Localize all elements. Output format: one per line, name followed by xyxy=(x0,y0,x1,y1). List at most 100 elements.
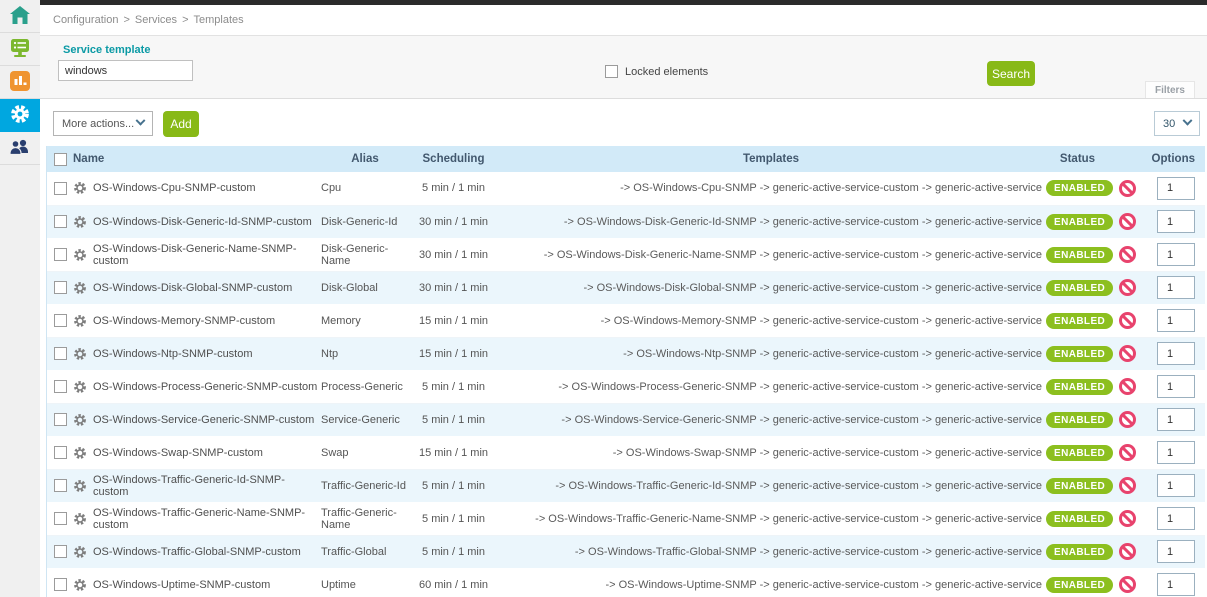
users-icon xyxy=(9,138,31,159)
options-input[interactable] xyxy=(1157,375,1195,398)
service-templates-chain: -> OS-Windows-Cpu-SNMP -> generic-active… xyxy=(496,172,1046,205)
disable-icon[interactable] xyxy=(1119,180,1136,197)
service-template-name[interactable]: OS-Windows-Disk-Global-SNMP-custom xyxy=(93,282,292,294)
service-gear-icon[interactable] xyxy=(73,446,87,460)
sidebar-item-administration[interactable] xyxy=(0,132,40,165)
row-checkbox[interactable] xyxy=(54,413,67,426)
add-button[interactable]: Add xyxy=(163,111,199,137)
service-template-name[interactable]: OS-Windows-Memory-SNMP-custom xyxy=(93,315,275,327)
disable-icon[interactable] xyxy=(1119,246,1136,263)
options-input[interactable] xyxy=(1157,507,1195,530)
service-template-name[interactable]: OS-Windows-Swap-SNMP-custom xyxy=(93,447,263,459)
service-gear-icon[interactable] xyxy=(73,380,87,394)
service-gear-icon[interactable] xyxy=(73,314,87,328)
options-input[interactable] xyxy=(1157,210,1195,233)
table-body: OS-Windows-Cpu-SNMP-custom Cpu 5 min / 1… xyxy=(47,172,1205,597)
service-template-name[interactable]: OS-Windows-Traffic-Global-SNMP-custom xyxy=(93,546,301,558)
breadcrumb-templates[interactable]: Templates xyxy=(194,14,244,26)
service-templates-chain: -> OS-Windows-Service-Generic-SNMP -> ge… xyxy=(496,403,1046,436)
row-checkbox[interactable] xyxy=(54,380,67,393)
service-gear-icon[interactable] xyxy=(73,545,87,559)
service-scheduling: 5 min / 1 min xyxy=(411,469,496,502)
service-gear-icon[interactable] xyxy=(73,347,87,361)
header-alias[interactable]: Alias xyxy=(319,146,411,172)
bar-chart-icon xyxy=(10,71,30,94)
select-all-checkbox[interactable] xyxy=(54,153,67,166)
service-alias: Ntp xyxy=(319,337,411,370)
service-gear-icon[interactable] xyxy=(73,479,87,493)
row-checkbox[interactable] xyxy=(54,314,67,327)
row-checkbox[interactable] xyxy=(54,347,67,360)
search-button[interactable]: Search xyxy=(987,61,1035,86)
service-template-name[interactable]: OS-Windows-Service-Generic-SNMP-custom xyxy=(93,414,314,426)
header-templates[interactable]: Templates xyxy=(496,146,1046,172)
service-template-name[interactable]: OS-Windows-Disk-Generic-Name-SNMP-custom xyxy=(93,243,319,267)
sidebar-item-configuration[interactable] xyxy=(0,99,40,132)
header-options[interactable]: Options xyxy=(1146,146,1205,172)
more-actions-select[interactable]: More actions... xyxy=(53,111,153,136)
options-input[interactable] xyxy=(1157,309,1195,332)
row-checkbox[interactable] xyxy=(54,479,67,492)
disable-icon[interactable] xyxy=(1119,378,1136,395)
disable-icon[interactable] xyxy=(1119,477,1136,494)
service-template-name[interactable]: OS-Windows-Disk-Generic-Id-SNMP-custom xyxy=(93,216,312,228)
locked-elements-checkbox[interactable] xyxy=(605,65,618,78)
sidebar-item-home[interactable] xyxy=(0,0,40,33)
sidebar xyxy=(0,0,40,597)
service-template-input[interactable] xyxy=(58,60,193,81)
service-gear-icon[interactable] xyxy=(73,248,87,262)
disable-icon[interactable] xyxy=(1119,279,1136,296)
service-scheduling: 5 min / 1 min xyxy=(411,535,496,568)
service-gear-icon[interactable] xyxy=(73,413,87,427)
disable-icon[interactable] xyxy=(1119,543,1136,560)
options-input[interactable] xyxy=(1157,573,1195,596)
header-status[interactable]: Status xyxy=(1046,146,1109,172)
service-gear-icon[interactable] xyxy=(73,181,87,195)
options-input[interactable] xyxy=(1157,342,1195,365)
breadcrumb-configuration[interactable]: Configuration xyxy=(53,14,118,26)
sidebar-item-reporting[interactable] xyxy=(0,66,40,99)
status-badge: ENABLED xyxy=(1046,313,1113,329)
header-scheduling[interactable]: Scheduling xyxy=(411,146,496,172)
row-checkbox[interactable] xyxy=(54,215,67,228)
disable-icon[interactable] xyxy=(1119,510,1136,527)
service-template-name[interactable]: OS-Windows-Process-Generic-SNMP-custom xyxy=(93,381,317,393)
options-input[interactable] xyxy=(1157,408,1195,431)
disable-icon[interactable] xyxy=(1119,576,1136,593)
page-size-select[interactable]: 30 xyxy=(1154,111,1200,136)
service-template-name[interactable]: OS-Windows-Traffic-Generic-Id-SNMP-custo… xyxy=(93,474,319,498)
options-input[interactable] xyxy=(1157,177,1195,200)
sidebar-item-monitoring[interactable] xyxy=(0,33,40,66)
service-template-name[interactable]: OS-Windows-Ntp-SNMP-custom xyxy=(93,348,253,360)
service-template-name[interactable]: OS-Windows-Cpu-SNMP-custom xyxy=(93,182,256,194)
row-checkbox[interactable] xyxy=(54,281,67,294)
service-gear-icon[interactable] xyxy=(73,281,87,295)
service-template-name[interactable]: OS-Windows-Traffic-Generic-Name-SNMP-cus… xyxy=(93,507,319,531)
service-gear-icon[interactable] xyxy=(73,512,87,526)
disable-icon[interactable] xyxy=(1119,213,1136,230)
options-input[interactable] xyxy=(1157,540,1195,563)
options-input[interactable] xyxy=(1157,474,1195,497)
row-checkbox[interactable] xyxy=(54,446,67,459)
header-name[interactable]: Name xyxy=(73,146,319,172)
options-input[interactable] xyxy=(1157,441,1195,464)
row-checkbox[interactable] xyxy=(54,545,67,558)
row-checkbox[interactable] xyxy=(54,182,67,195)
service-alias: Uptime xyxy=(319,568,411,597)
service-template-name[interactable]: OS-Windows-Uptime-SNMP-custom xyxy=(93,579,270,591)
row-checkbox[interactable] xyxy=(54,512,67,525)
filters-toggle[interactable]: Filters xyxy=(1145,81,1195,98)
options-input[interactable] xyxy=(1157,276,1195,299)
breadcrumb-services[interactable]: Services xyxy=(135,14,177,26)
service-gear-icon[interactable] xyxy=(73,578,87,592)
options-input[interactable] xyxy=(1157,243,1195,266)
disable-icon[interactable] xyxy=(1119,411,1136,428)
status-badge: ENABLED xyxy=(1046,214,1113,230)
disable-icon[interactable] xyxy=(1119,345,1136,362)
status-badge: ENABLED xyxy=(1046,280,1113,296)
disable-icon[interactable] xyxy=(1119,312,1136,329)
row-checkbox[interactable] xyxy=(54,578,67,591)
row-checkbox[interactable] xyxy=(54,248,67,261)
service-gear-icon[interactable] xyxy=(73,215,87,229)
disable-icon[interactable] xyxy=(1119,444,1136,461)
